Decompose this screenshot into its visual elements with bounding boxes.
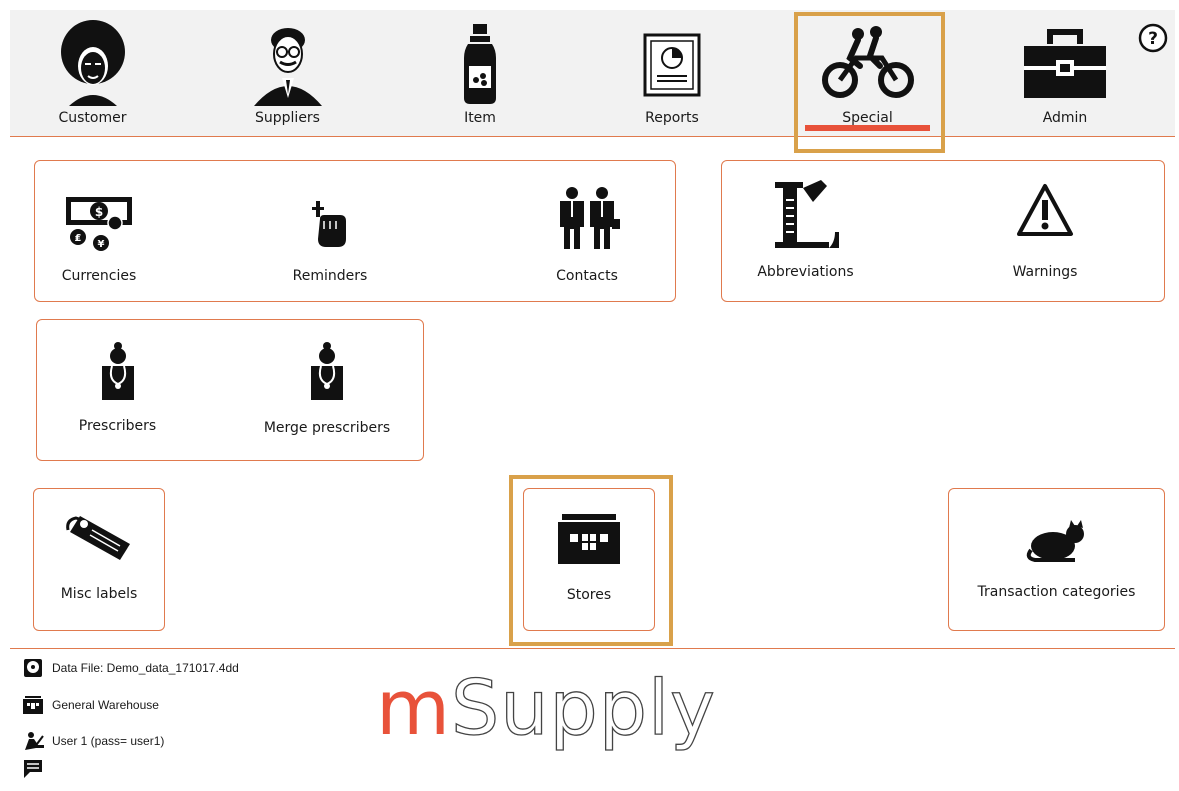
doctor-icon [98,340,138,404]
special-tab-highlight [794,12,945,153]
status-store: General Warehouse [22,695,159,715]
footer-divider [10,648,1175,649]
logo-supply: Supply [450,663,717,752]
prescribers-label: Prescribers [78,418,157,434]
contacts-label: Contacts [556,268,618,284]
tab-suppliers-label: Suppliers [255,110,320,126]
doctor-icon [307,340,347,404]
prescribers-button[interactable]: Prescribers [60,336,175,446]
tab-reports[interactable]: Reports [622,10,722,136]
logo-m: m [376,663,452,752]
currencies-label: Currencies [61,268,137,284]
store-building-icon [556,512,622,568]
user-at-desk-icon [22,731,44,751]
reminders-label: Reminders [292,268,368,284]
warnings-label: Warnings [1012,264,1078,280]
abbreviations-label: Abbreviations [757,264,854,280]
cat-icon [1025,520,1089,566]
stores-label: Stores [566,587,612,603]
status-messages[interactable] [22,759,52,779]
tab-admin-label: Admin [1042,110,1088,126]
data-file-text: Data File: Demo_data_171017.4dd [52,661,239,675]
tag-icon [64,510,134,566]
abbreviations-button[interactable]: Abbreviations [748,178,863,288]
store-small-icon [22,695,44,715]
item-icon [460,20,500,110]
msupply-logo: mSupply [376,669,716,746]
misc-labels-button[interactable]: Misc labels [43,500,155,612]
currencies-button[interactable]: $ ₤ ¥ Currencies [44,185,154,295]
status-user: User 1 (pass= user1) [22,731,164,751]
tab-customer-label: Customer [58,110,127,126]
customer-icon [55,20,131,110]
chat-bubble-icon[interactable] [22,759,44,779]
reminders-button[interactable]: Reminders [270,185,390,295]
svg-text:¥: ¥ [98,239,105,250]
svg-text:$: $ [95,205,103,219]
help-label: ? [1148,29,1158,49]
tab-item-label: Item [464,110,496,126]
transaction-categories-button[interactable]: Transaction categories [955,500,1158,612]
toolbox-icon [1020,24,1110,104]
merge-prescribers-button[interactable]: Merge prescribers [252,336,402,446]
contacts-icon [554,185,620,255]
currencies-icon: $ ₤ ¥ [63,193,135,259]
warnings-button[interactable]: Warnings [990,178,1100,288]
status-data-file: Data File: Demo_data_171017.4dd [22,658,239,678]
help-button[interactable]: ? [1138,23,1168,53]
warning-icon [1015,182,1075,242]
main-toolbar: Customer Suppliers Item Reports Special … [10,10,1175,137]
stores-button[interactable]: Stores [533,500,645,612]
suppliers-icon [248,20,328,110]
transaction-categories-label: Transaction categories [977,584,1136,600]
tab-customer[interactable]: Customer [40,10,145,136]
help-icon: ? [1138,23,1168,53]
reminders-icon [310,199,350,253]
misc-labels-label: Misc labels [60,586,138,602]
store-name-text: General Warehouse [52,698,159,712]
svg-text:₤: ₤ [75,233,82,244]
user-text: User 1 (pass= user1) [52,734,165,748]
abbreviations-icon [771,178,841,256]
reports-icon [642,32,702,102]
tab-suppliers[interactable]: Suppliers [235,10,340,136]
merge-prescribers-label: Merge prescribers [263,420,391,436]
tab-reports-label: Reports [645,110,699,126]
disk-icon [22,658,44,678]
contacts-button[interactable]: Contacts [532,185,642,295]
tab-item[interactable]: Item [430,10,530,136]
tab-admin[interactable]: Admin [1015,10,1115,136]
